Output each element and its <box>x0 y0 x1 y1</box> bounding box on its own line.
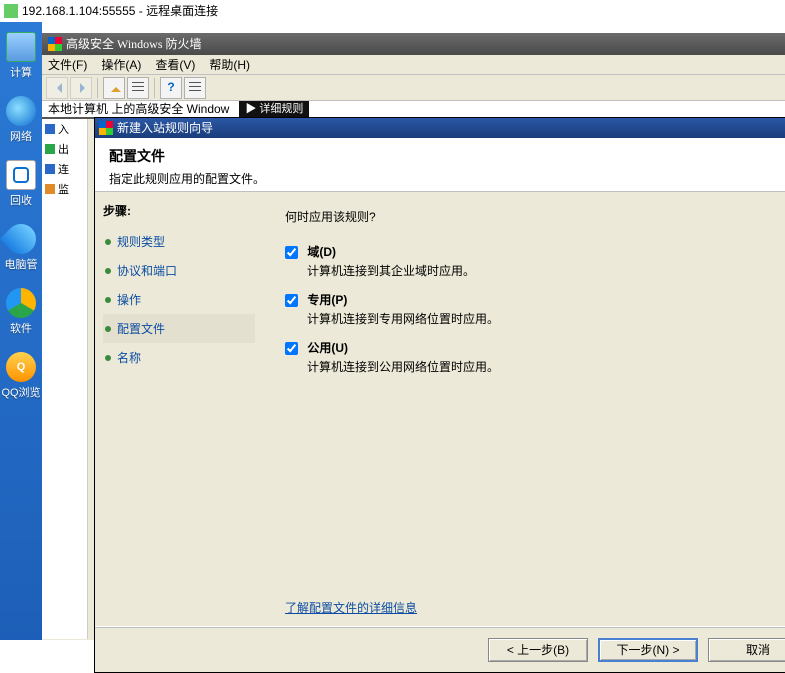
step-name[interactable]: 名称 <box>103 343 255 372</box>
desktop-icon-computer[interactable]: 计算 <box>0 32 42 80</box>
toolbar-separator <box>154 78 155 98</box>
cancel-button[interactable]: 取消 <box>708 638 785 662</box>
firewall-window: 高级安全 Windows 防火墙 文件(F) 操作(A) 查看(V) 帮助(H)… <box>42 33 785 640</box>
menu-action[interactable]: 操作(A) <box>101 56 141 73</box>
learn-more-link[interactable]: 了解配置文件的详细信息 <box>285 599 417 616</box>
desktop-icon-software[interactable]: 软件 <box>0 288 42 336</box>
breadcrumb-text: 本地计算机 上的高级安全 Window <box>48 100 229 118</box>
desktop-icon-network[interactable]: 网络 <box>0 96 42 144</box>
checkbox-row-public: 公用(U) <box>285 339 785 356</box>
wizard-steps-panel: 步骤: 规则类型 协议和端口 操作 配置文件 名称 <box>95 192 263 626</box>
step-dot-icon <box>105 297 111 303</box>
tree-monitor[interactable]: 监 <box>42 179 87 199</box>
wizard-dialog: 新建入站规则向导 配置文件 指定此规则应用的配置文件。 步骤: 规则类型 协议和… <box>94 117 785 673</box>
public-checkbox[interactable] <box>285 342 298 355</box>
desktop-icon-recycle[interactable]: 回收 <box>0 160 42 208</box>
wizard-header: 配置文件 指定此规则应用的配置文件。 <box>95 138 785 192</box>
domain-checkbox-label[interactable]: 域(D) <box>285 245 336 259</box>
wizard-header-title: 配置文件 <box>109 146 785 166</box>
menu-help[interactable]: 帮助(H) <box>209 56 250 73</box>
outbound-icon <box>45 144 55 154</box>
next-button[interactable]: 下一步(N) > <box>598 638 698 662</box>
tree-outbound[interactable]: 出 <box>42 139 87 159</box>
firewall-title-text: 高级安全 Windows 防火墙 <box>66 33 202 55</box>
checkbox-row-private: 专用(P) <box>285 291 785 308</box>
pc-manager-icon <box>0 218 42 260</box>
wizard-content: 何时应用该规则? 域(D) 计算机连接到其企业域时应用。 专用(P) 计算机连接… <box>263 192 785 626</box>
software-icon <box>6 288 36 318</box>
toolbar-separator <box>97 78 98 98</box>
step-action[interactable]: 操作 <box>103 285 255 314</box>
qq-browser-icon <box>6 352 36 382</box>
private-desc: 计算机连接到专用网络位置时应用。 <box>307 310 785 327</box>
firewall-shield-icon <box>48 37 62 51</box>
back-button[interactable]: < 上一步(B) <box>488 638 588 662</box>
checkbox-row-domain: 域(D) <box>285 243 785 260</box>
wizard-prompt: 何时应用该规则? <box>285 208 785 225</box>
public-desc: 计算机连接到公用网络位置时应用。 <box>307 358 785 375</box>
wizard-title-text: 新建入站规则向导 <box>117 118 213 138</box>
step-profile[interactable]: 配置文件 <box>103 314 255 343</box>
recycle-bin-icon <box>6 160 36 190</box>
step-dot-icon <box>105 239 111 245</box>
domain-desc: 计算机连接到其企业域时应用。 <box>307 262 785 279</box>
step-dot-icon <box>105 268 111 274</box>
step-protocol-ports[interactable]: 协议和端口 <box>103 256 255 285</box>
desktop-strip: 计算 网络 回收 电脑管 软件 QQ浏览 <box>0 22 42 640</box>
rdp-titlebar: 192.168.1.104:55555 - 远程桌面连接 <box>0 0 785 22</box>
toolbar-forward-button[interactable] <box>70 77 92 99</box>
rdp-title-text: 192.168.1.104:55555 - 远程桌面连接 <box>22 0 218 22</box>
menu-file[interactable]: 文件(F) <box>48 56 87 73</box>
public-checkbox-label[interactable]: 公用(U) <box>285 341 348 355</box>
step-rule-type[interactable]: 规则类型 <box>103 227 255 256</box>
firewall-menubar: 文件(F) 操作(A) 查看(V) 帮助(H) <box>42 55 785 75</box>
step-dot-icon <box>105 355 111 361</box>
step-dot-icon <box>105 326 111 332</box>
wizard-body: 步骤: 规则类型 协议和端口 操作 配置文件 名称 何时应用该规则? 域(D) … <box>95 192 785 626</box>
toolbar-up-button[interactable] <box>103 77 125 99</box>
domain-checkbox[interactable] <box>285 246 298 259</box>
breadcrumb-tab[interactable]: ▶ 详细规则 <box>239 101 309 117</box>
monitor-icon <box>45 184 55 194</box>
steps-heading: 步骤: <box>103 202 255 219</box>
menu-view[interactable]: 查看(V) <box>155 56 195 73</box>
desktop-icon-manager[interactable]: 电脑管 <box>0 224 42 272</box>
desktop-icon-qqbrowser[interactable]: QQ浏览 <box>0 352 42 400</box>
private-checkbox[interactable] <box>285 294 298 307</box>
private-checkbox-label[interactable]: 专用(P) <box>285 293 347 307</box>
tree-inbound[interactable]: 入 <box>42 119 87 139</box>
toolbar-props-button[interactable] <box>184 77 206 99</box>
toolbar-help-button[interactable] <box>160 77 182 99</box>
wizard-header-subtitle: 指定此规则应用的配置文件。 <box>109 170 785 187</box>
inbound-icon <box>45 124 55 134</box>
firewall-toolbar <box>42 75 785 101</box>
firewall-tree: 入 出 连 监 <box>42 119 88 639</box>
connection-icon <box>45 164 55 174</box>
wizard-titlebar[interactable]: 新建入站规则向导 <box>95 118 785 138</box>
toolbar-list-button[interactable] <box>127 77 149 99</box>
rdp-icon <box>4 4 18 18</box>
wizard-footer: < 上一步(B) 下一步(N) > 取消 <box>95 626 785 672</box>
firewall-titlebar[interactable]: 高级安全 Windows 防火墙 <box>42 33 785 55</box>
computer-icon <box>6 32 36 62</box>
wizard-shield-icon <box>99 121 113 135</box>
toolbar-back-button[interactable] <box>46 77 68 99</box>
network-icon <box>6 96 36 126</box>
tree-connection[interactable]: 连 <box>42 159 87 179</box>
